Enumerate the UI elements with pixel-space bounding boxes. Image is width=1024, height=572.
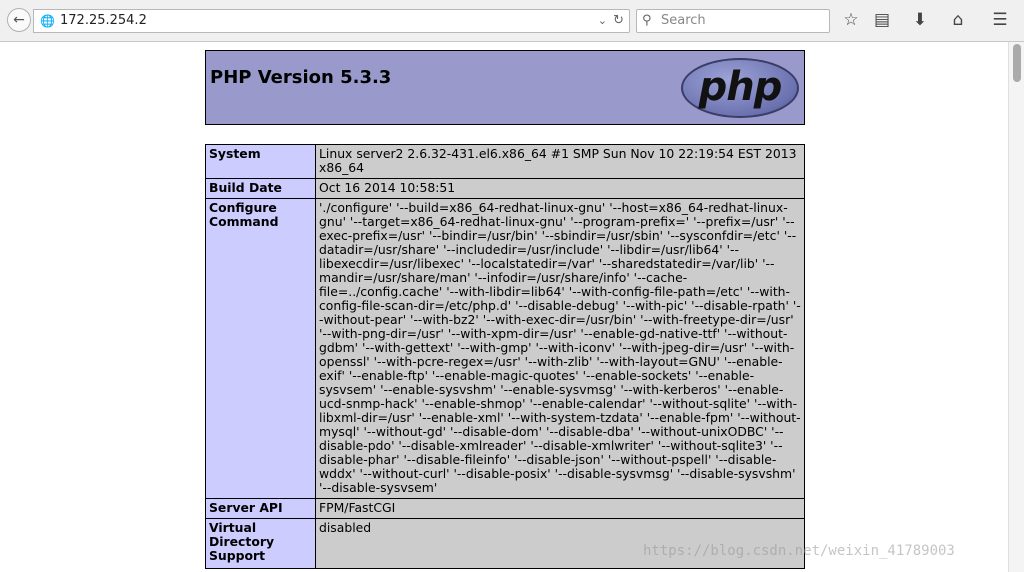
php-logo[interactable]: php [681,58,799,118]
search-input[interactable]: ⚲ Search [636,9,830,33]
home-icon[interactable]: ⌂ [947,10,969,30]
watermark: https://blog.csdn.net/weixin_41789003 [643,543,955,559]
table-row: Configure Command './configure' '--build=… [205,198,805,499]
url-text[interactable]: 172.25.254.2 [60,10,147,32]
row-label: System [205,144,316,179]
row-label: Virtual Directory Support [205,518,316,569]
row-value: Oct 16 2014 10:58:51 [315,178,805,199]
php-logo-text: php [698,64,783,110]
reading-list-icon[interactable]: ▤ [871,10,893,30]
vertical-scrollbar[interactable] [1008,42,1024,572]
download-icon[interactable]: ⬇ [909,10,931,30]
table-row: Server API FPM/FastCGI [205,498,805,519]
table-row: Build Date Oct 16 2014 10:58:51 [205,178,805,199]
search-placeholder: Search [661,13,706,28]
chevron-down-icon[interactable]: ⌄ [598,10,607,32]
row-label: Server API [205,498,316,519]
phpinfo-page: PHP Version 5.3.3 php System Linux server… [205,50,805,569]
back-button[interactable]: ← [7,8,31,32]
row-label: Build Date [205,178,316,199]
url-bar[interactable]: 🌐 172.25.254.2 ⌄ ↻ [33,9,630,33]
browser-toolbar: ← 🌐 172.25.254.2 ⌄ ↻ ⚲ Search ☆ ▤ ⬇ ⌂ ☰ [0,0,1024,42]
scrollbar-thumb[interactable] [1013,44,1021,82]
row-value: Linux server2 2.6.32-431.el6.x86_64 #1 S… [315,144,805,179]
reload-icon[interactable]: ↻ [613,10,624,32]
table-row: System Linux server2 2.6.32-431.el6.x86_6… [205,144,805,179]
page-title: PHP Version 5.3.3 [210,67,392,88]
row-label: Configure Command [205,198,316,499]
menu-icon[interactable]: ☰ [989,10,1011,30]
row-value: FPM/FastCGI [315,498,805,519]
php-header: PHP Version 5.3.3 php [205,50,805,125]
globe-icon: 🌐 [40,14,55,28]
search-icon: ⚲ [642,13,652,28]
info-table: System Linux server2 2.6.32-431.el6.x86_6… [205,144,805,569]
row-value: './configure' '--build=x86_64-redhat-lin… [315,198,805,499]
bookmark-star-icon[interactable]: ☆ [840,10,862,30]
